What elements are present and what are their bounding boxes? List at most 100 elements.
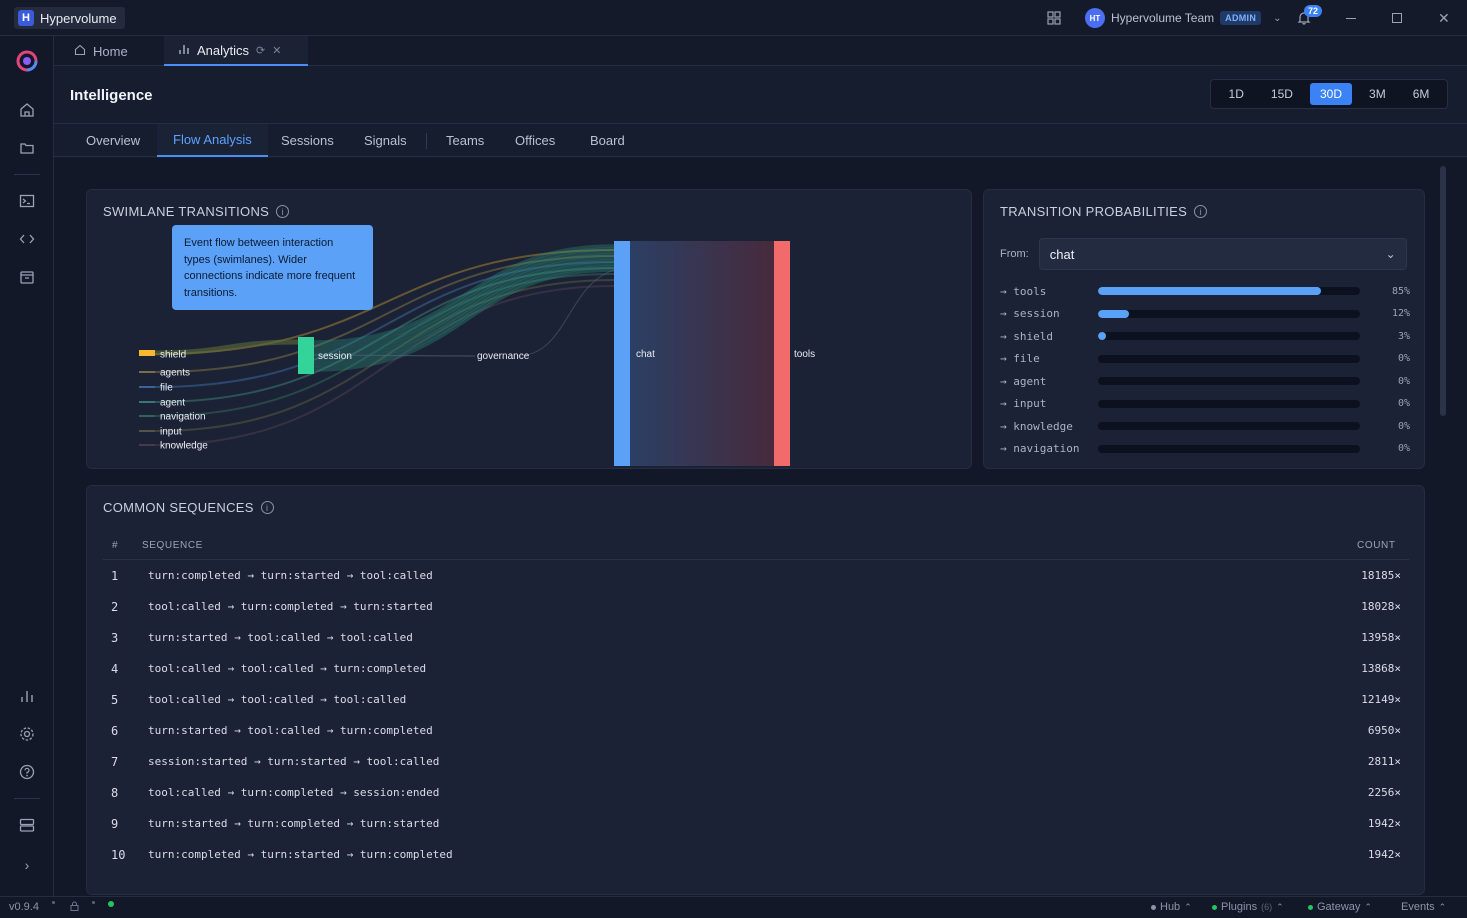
refresh-icon[interactable]: ⟳ — [256, 44, 265, 57]
probability-row: → input 0% — [1000, 393, 1410, 415]
server-icon[interactable] — [16, 814, 38, 836]
code-icon[interactable] — [16, 228, 38, 250]
tools-node[interactable] — [774, 241, 790, 466]
close-icon[interactable]: ✕ — [1438, 0, 1450, 36]
transition-probabilities-card: TRANSITION PROBABILITIES i From: chat ⌄ … — [983, 189, 1425, 469]
range-6m[interactable]: 6M — [1403, 83, 1440, 105]
range-1d[interactable]: 1D — [1219, 83, 1254, 105]
subtab-sessions[interactable]: Sessions — [265, 124, 350, 157]
table-row[interactable]: 8 tool:called → turn:completed → session:… — [103, 777, 1409, 808]
session-node[interactable] — [298, 337, 314, 374]
from-value: chat — [1049, 246, 1075, 262]
sequence-count: 13958× — [1361, 631, 1401, 644]
events-status[interactable]: Events ⌃ — [1401, 901, 1446, 913]
table-row[interactable]: 10 turn:completed → turn:started → turn:c… — [103, 839, 1409, 870]
node-label-chat: chat — [636, 349, 655, 360]
probability-target: → file — [1000, 352, 1040, 365]
maximize-icon[interactable] — [1392, 0, 1402, 36]
legend-label: navigation — [160, 412, 206, 423]
terminal-icon[interactable] — [16, 190, 38, 212]
subtab-overview[interactable]: Overview — [70, 124, 156, 157]
chevron-up-icon: ⌃ — [1184, 901, 1192, 912]
chevron-right-icon[interactable]: › — [16, 854, 38, 876]
sequence-count: 6950× — [1367, 724, 1401, 737]
sequence-text: turn:completed → turn:started → turn:com… — [148, 848, 453, 861]
help-icon[interactable] — [16, 761, 38, 783]
legend-swatch — [139, 350, 155, 356]
sequence-text: tool:called → tool:called → tool:called — [148, 693, 407, 706]
table-row[interactable]: 4 tool:called → tool:called → turn:comple… — [103, 653, 1409, 684]
gateway-status[interactable]: Gateway ⌃ — [1308, 901, 1372, 913]
probability-row: → file 0% — [1000, 348, 1410, 370]
folder-icon[interactable] — [16, 137, 38, 159]
settings-icon[interactable] — [16, 723, 38, 745]
table-row[interactable]: 5 tool:called → tool:called → tool:called… — [103, 684, 1409, 715]
close-tab-icon[interactable]: ✕ — [272, 44, 281, 57]
probability-bar-track — [1098, 422, 1360, 430]
title-bar: H Hypervolume HT Hypervolume Team ADMIN … — [0, 0, 1467, 36]
node-label-governance: governance — [477, 351, 530, 362]
from-dropdown[interactable]: chat ⌄ — [1038, 238, 1407, 270]
column-header-sequence: SEQUENCE — [142, 540, 203, 551]
row-number: 10 — [111, 847, 126, 862]
subtab-flow-analysis[interactable]: Flow Analysis — [157, 124, 268, 157]
separator-dot — [92, 901, 95, 904]
flow-analysis-content: SWIMLANE TRANSITIONS i session governanc… — [54, 158, 1467, 896]
probability-bar-fill — [1098, 309, 1130, 318]
page-title: Intelligence — [70, 87, 153, 104]
legend-label: input — [160, 427, 182, 438]
probability-row: → knowledge 0% — [1000, 415, 1410, 437]
tab-label: Home — [93, 43, 128, 59]
probability-target: → agent — [1000, 374, 1047, 388]
plugins-status[interactable]: Plugins (6) ⌃ — [1212, 901, 1284, 913]
sidebar-divider — [14, 798, 40, 799]
probability-bar-track — [1098, 354, 1360, 363]
node-label-session: session — [318, 351, 352, 362]
app-switcher[interactable]: H Hypervolume — [14, 7, 125, 29]
probability-target: → knowledge — [1000, 419, 1073, 433]
subtab-offices[interactable]: Offices — [499, 124, 571, 157]
brand-logo-icon — [14, 48, 40, 74]
row-number: 2 — [111, 599, 119, 614]
sequence-text: turn:started → turn:completed → turn:sta… — [148, 817, 440, 830]
swimlane-tooltip: Event flow between interaction types (sw… — [172, 225, 373, 310]
probability-row: → navigation 0% — [1000, 438, 1410, 460]
sequence-count: 2811× — [1367, 755, 1401, 768]
range-3m[interactable]: 3M — [1359, 83, 1396, 105]
info-icon[interactable]: i — [1194, 205, 1208, 218]
subtab-teams[interactable]: Teams — [430, 124, 500, 157]
legend-label: agents — [160, 368, 190, 379]
legend-label: agent — [160, 398, 185, 409]
sequence-text: tool:called → tool:called → turn:complet… — [148, 662, 427, 675]
sequence-text: session:started → turn:started → tool:ca… — [148, 755, 440, 768]
time-range-selector: 1D 15D 30D 3M 6M — [1210, 79, 1448, 109]
swimlane-card: SWIMLANE TRANSITIONS i session governanc… — [86, 189, 972, 469]
team-menu[interactable]: HT Hypervolume Team ADMIN ⌄ — [1085, 0, 1282, 36]
minimize-icon[interactable] — [1346, 0, 1356, 36]
chat-node[interactable] — [614, 241, 630, 466]
table-row[interactable]: 1 turn:completed → turn:started → tool:ca… — [103, 560, 1409, 591]
tab-home[interactable]: Home — [72, 36, 130, 66]
probability-bar-fill — [1098, 287, 1321, 295]
table-row[interactable]: 9 turn:started → turn:completed → turn:st… — [103, 808, 1409, 839]
table-row[interactable]: 6 turn:started → tool:called → turn:compl… — [103, 715, 1409, 746]
subtab-board[interactable]: Board — [574, 124, 641, 157]
common-sequences-card: COMMON SEQUENCES i # SEQUENCE COUNT 1 tur… — [86, 485, 1425, 895]
table-row[interactable]: 7 session:started → turn:started → tool:c… — [103, 746, 1409, 777]
hub-status[interactable]: Hub ⌃ — [1151, 901, 1192, 913]
table-row[interactable]: 2 tool:called → turn:completed → turn:sta… — [103, 591, 1409, 622]
home-icon — [74, 44, 86, 59]
home-icon[interactable] — [16, 99, 38, 121]
analytics-icon[interactable] — [16, 685, 38, 707]
range-15d[interactable]: 15D — [1261, 83, 1303, 105]
content-scrollbar[interactable] — [1440, 166, 1446, 416]
probability-bar-track — [1098, 377, 1360, 385]
tab-analytics[interactable]: Analytics ⟳ ✕ — [164, 36, 308, 66]
probabilities-title-text: TRANSITION PROBABILITIES — [1000, 204, 1188, 219]
range-30d[interactable]: 30D — [1309, 83, 1352, 105]
package-icon[interactable] — [16, 266, 38, 288]
table-row[interactable]: 3 turn:started → tool:called → tool:calle… — [103, 622, 1409, 653]
subtab-signals[interactable]: Signals — [348, 124, 423, 157]
info-icon[interactable]: i — [260, 501, 274, 514]
grid-icon[interactable] — [1047, 0, 1061, 36]
